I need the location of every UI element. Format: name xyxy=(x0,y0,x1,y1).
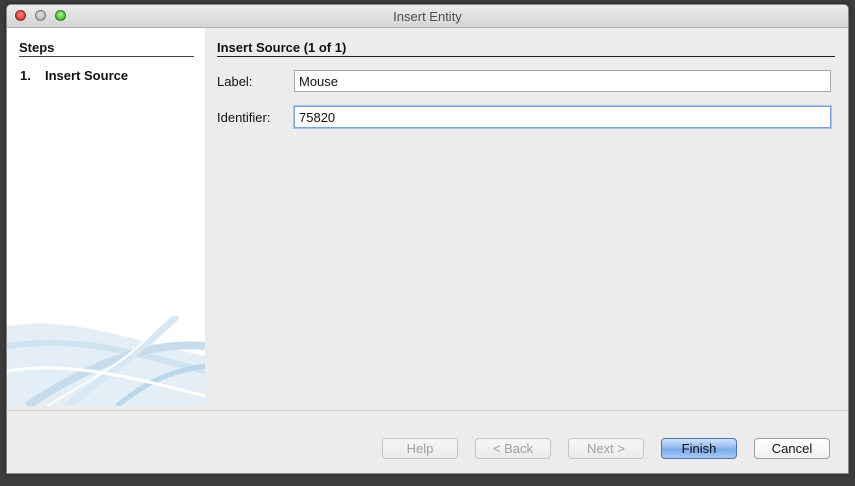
title-bar[interactable]: Insert Entity xyxy=(7,5,848,28)
identifier-field-label: Identifier: xyxy=(217,110,271,125)
wizard-swoosh-graphic xyxy=(7,316,205,406)
step-number: 1. xyxy=(20,68,31,83)
step-item-insert-source: 1. Insert Source xyxy=(20,68,128,83)
insert-entity-dialog: Insert Entity Steps 1. Insert Source Inse… xyxy=(6,4,849,474)
cancel-button[interactable]: Cancel xyxy=(754,438,830,459)
page-title: Insert Source (1 of 1) xyxy=(217,40,835,57)
help-button[interactable]: Help xyxy=(382,438,458,459)
label-field-label: Label: xyxy=(217,74,253,89)
window-title: Insert Entity xyxy=(393,9,462,24)
next-button[interactable]: Next > xyxy=(568,438,644,459)
steps-heading: Steps xyxy=(19,40,194,57)
button-bar-divider xyxy=(7,410,848,411)
identifier-input[interactable] xyxy=(294,106,831,128)
steps-panel: Steps 1. Insert Source xyxy=(7,28,205,406)
step-label: Insert Source xyxy=(45,68,129,83)
label-input[interactable] xyxy=(294,70,831,92)
finish-button[interactable]: Finish xyxy=(661,438,737,459)
back-button[interactable]: < Back xyxy=(475,438,551,459)
